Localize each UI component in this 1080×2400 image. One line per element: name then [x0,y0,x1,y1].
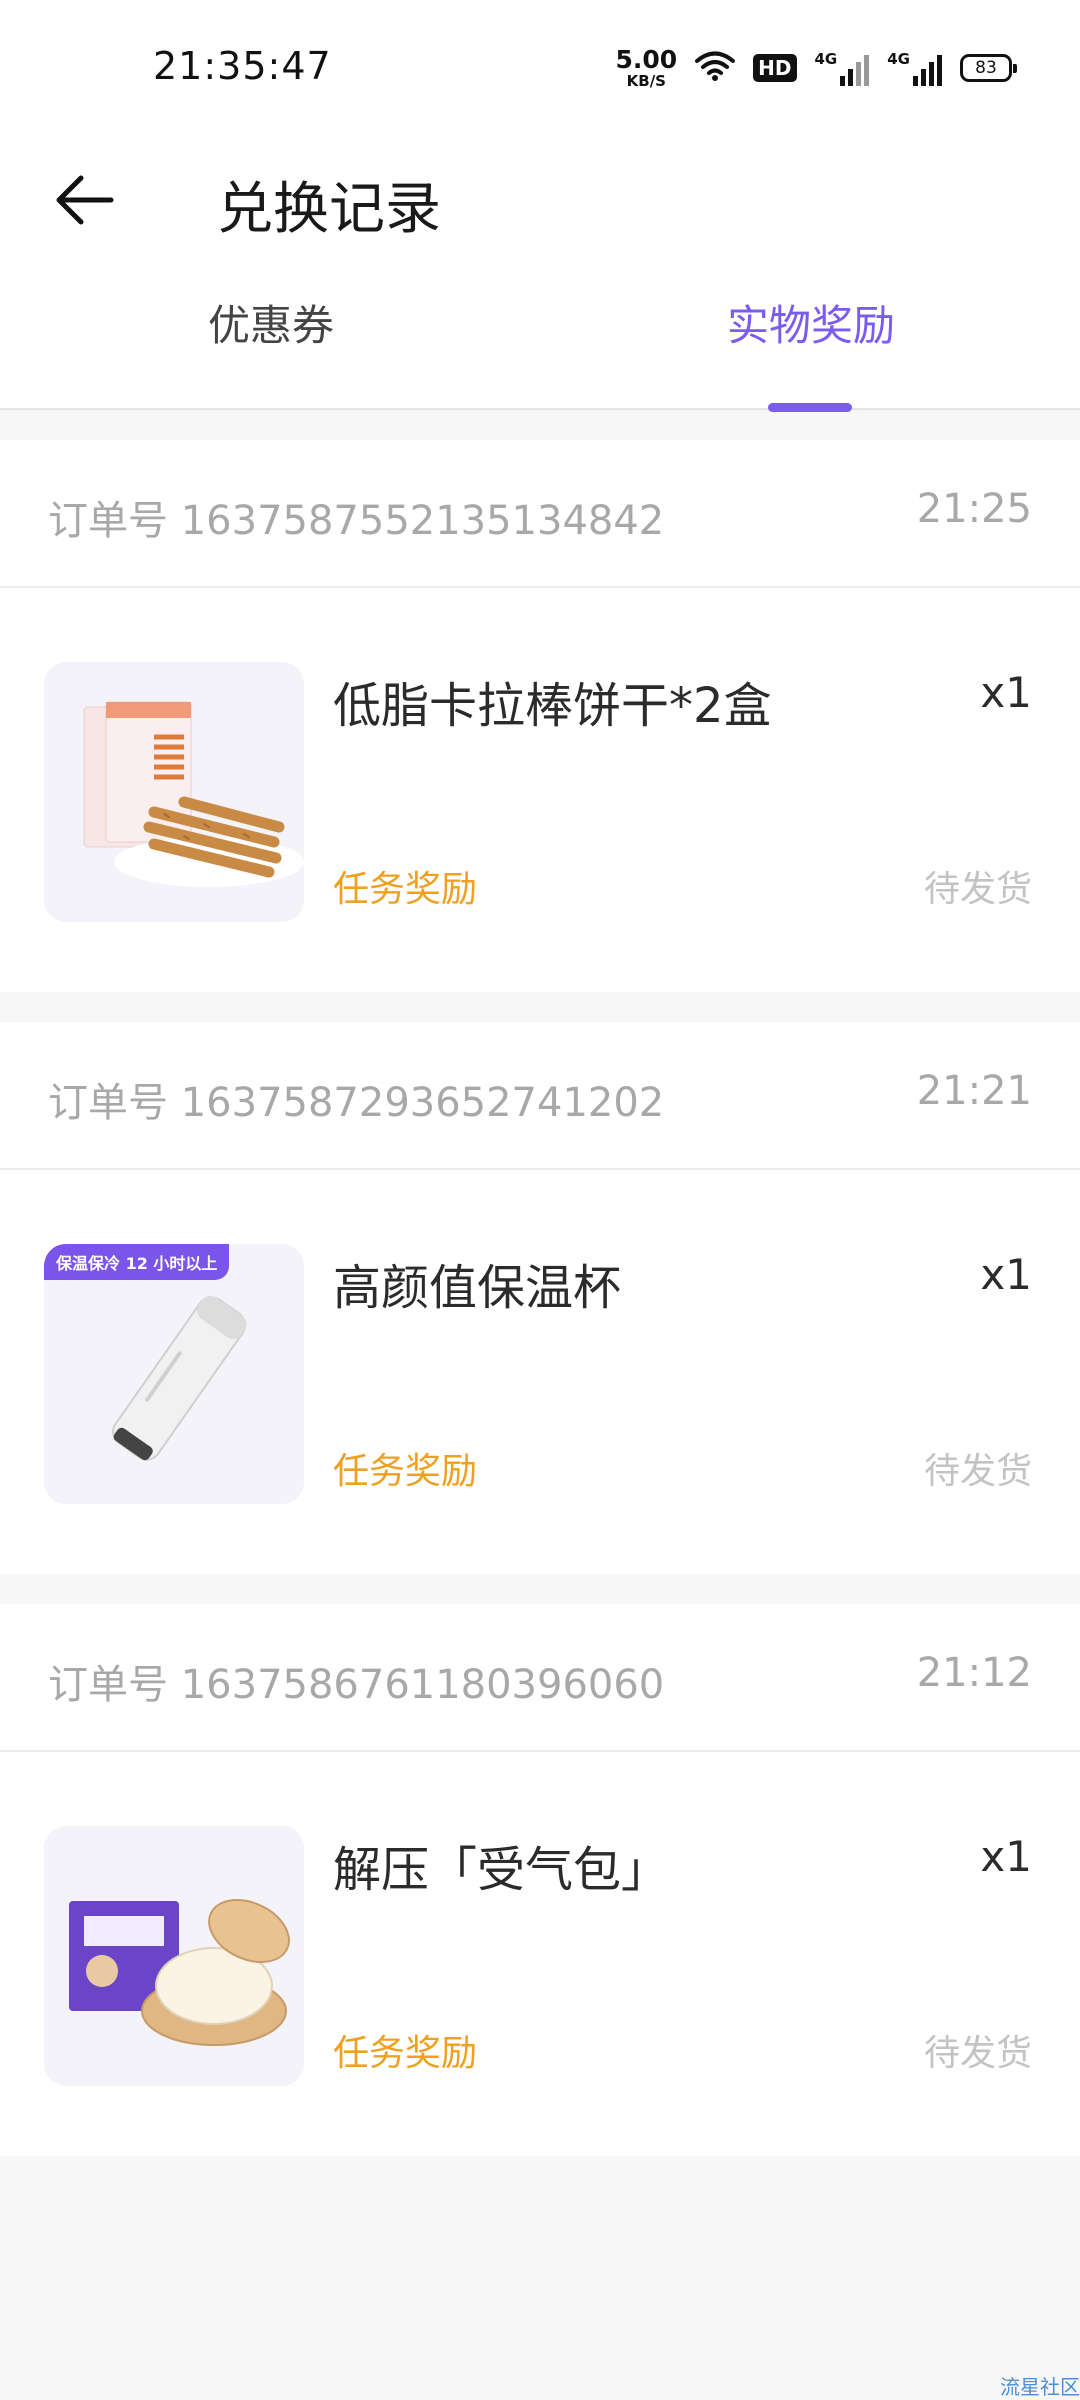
order-header: 订单号 1637587293652741202 21:21 [0,1022,1080,1170]
product-name: 解压「受气包」 [333,1842,670,1898]
order-card[interactable]: 订单号 1637587552135134842 21:25 低脂卡拉棒饼干*2盒… [0,440,1080,992]
order-list: 订单号 1637587552135134842 21:25 低脂卡拉棒饼干*2盒… [0,440,1080,2186]
order-status: 待发货 [923,869,1032,910]
tab-physical-rewards[interactable]: 实物奖励 [727,292,895,353]
tab-bar: 优惠券 实物奖励 [0,270,1080,412]
reward-source: 任务奖励 [333,869,478,910]
wifi-icon [695,50,736,86]
product-image-thermos: 保温保冷 12 小时以上 [44,1244,304,1504]
order-number: 订单号 1637586761180396060 [48,1662,665,1708]
product-quantity: x1 [980,1832,1032,1881]
status-bar: 21:35:47 5.00 KB/S HD 4G 4G 83 [0,0,1080,130]
product-promo-badge: 保温保冷 12 小时以上 [44,1244,230,1280]
page-title: 兑换记录 [217,177,441,242]
order-header: 订单号 1637586761180396060 21:12 [0,1604,1080,1752]
active-tab-indicator [768,403,852,412]
app-header: 兑换记录 [0,130,1080,260]
status-clock: 21:35:47 [153,44,332,88]
order-status: 待发货 [923,1451,1032,1492]
arrow-left-icon [56,175,114,225]
cellular-1-icon: 4G [815,50,870,86]
battery-icon: 83 [960,54,1017,82]
order-card[interactable]: 订单号 1637587293652741202 21:21 保温保冷 12 小时… [0,1022,1080,1574]
order-time: 21:21 [916,1068,1032,1114]
hd-icon: HD [753,54,797,82]
network-speed-value: 5.00 [615,45,678,74]
product-quantity: x1 [980,1250,1032,1299]
order-header: 订单号 1637587552135134842 21:25 [0,440,1080,588]
network-speed: 5.00 KB/S [615,47,677,89]
order-number: 订单号 1637587552135134842 [48,498,665,544]
product-name: 低脂卡拉棒饼干*2盒 [333,678,772,734]
status-icons: 5.00 KB/S HD 4G 4G 83 [615,46,1017,90]
watermark: 流星社区 [1000,2375,1080,2399]
product-image-stress-bun [44,1826,304,2086]
network-speed-unit: KB/S [626,72,666,90]
tab-coupons[interactable]: 优惠券 [208,292,334,353]
product-quantity: x1 [980,668,1032,717]
cellular-2-icon: 4G [887,50,942,86]
top-panel: 21:35:47 5.00 KB/S HD 4G 4G 83 兑换记录 优惠券 … [0,0,1080,412]
order-time: 21:25 [916,486,1032,532]
reward-source: 任务奖励 [333,2033,478,2074]
back-button[interactable] [40,160,130,240]
order-card[interactable]: 订单号 1637586761180396060 21:12 解压「受气包」 x1… [0,1604,1080,2156]
order-status: 待发货 [923,2033,1032,2074]
product-image-biscuits [44,662,304,922]
reward-source: 任务奖励 [333,1451,478,1492]
order-time: 21:12 [916,1650,1032,1696]
product-name: 高颜值保温杯 [333,1260,622,1316]
order-number: 订单号 1637587293652741202 [48,1080,665,1126]
